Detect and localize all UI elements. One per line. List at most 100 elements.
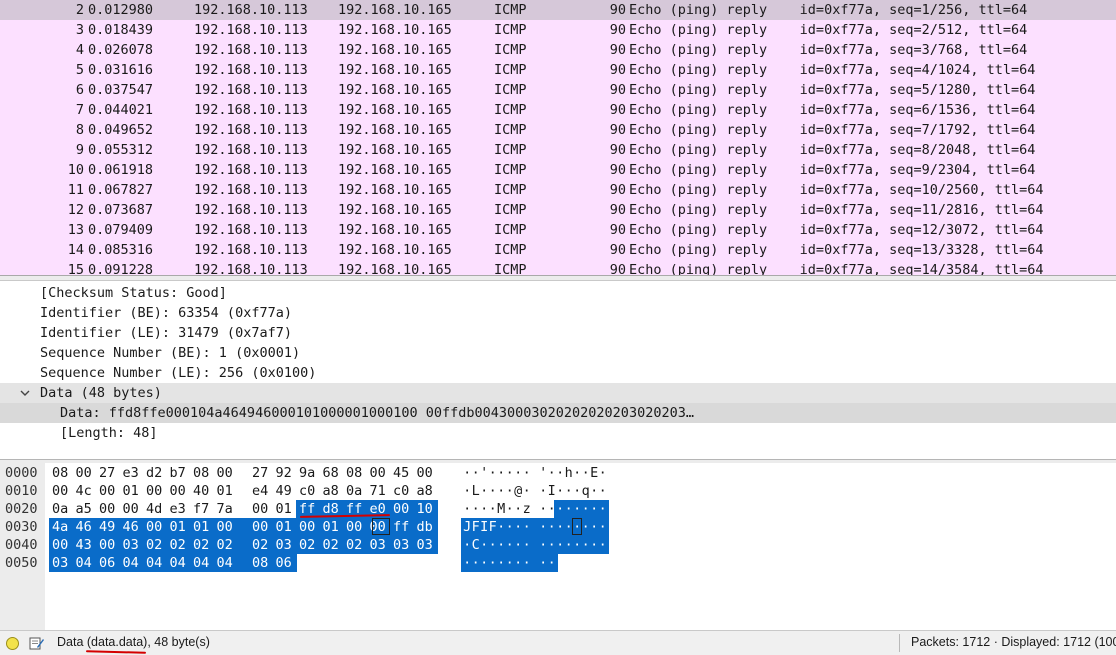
packet-row[interactable]: 11 0.067827 192.168.10.113 192.168.10.165 IC… — [0, 180, 1116, 200]
hex-byte[interactable]: 08 — [52, 464, 70, 482]
hex-byte[interactable]: 45 — [393, 464, 411, 482]
hex-byte[interactable]: b7 — [170, 464, 188, 482]
hex-byte[interactable]: 00 — [217, 518, 235, 536]
packet-row[interactable]: 12 0.073687 192.168.10.113 192.168.10.165 IC… — [0, 200, 1116, 220]
hex-byte[interactable]: 01 — [217, 482, 235, 500]
ascii-char[interactable]: · — [556, 518, 565, 536]
hex-byte[interactable]: 00 — [146, 518, 164, 536]
ascii-char[interactable]: q — [582, 482, 591, 500]
ascii-char[interactable]: I — [480, 518, 489, 536]
hex-byte[interactable]: 71 — [370, 482, 388, 500]
ascii-char[interactable]: · — [599, 464, 608, 482]
hex-byte[interactable]: 00 — [252, 500, 270, 518]
detail-identifier-le[interactable]: Identifier (LE): 31479 (0x7af7) — [0, 323, 1116, 343]
hex-byte[interactable]: 00 — [217, 464, 235, 482]
packet-row[interactable]: 13 0.079409 192.168.10.113 192.168.10.165 IC… — [0, 220, 1116, 240]
hex-byte[interactable]: 03 — [417, 536, 435, 554]
ascii-char[interactable]: · — [573, 536, 582, 554]
ascii-char[interactable]: · — [497, 464, 506, 482]
packet-row[interactable]: 14 0.085316 192.168.10.113 192.168.10.165 IC… — [0, 240, 1116, 260]
ascii-char[interactable]: · — [539, 500, 548, 518]
ascii-char[interactable]: · — [590, 482, 599, 500]
hex-byte[interactable]: 4c — [76, 482, 94, 500]
hex-byte[interactable]: 04 — [217, 554, 235, 572]
ascii-char[interactable]: · — [565, 500, 574, 518]
hex-byte[interactable]: 03 — [370, 536, 388, 554]
ascii-char[interactable]: z — [523, 500, 532, 518]
ascii-char[interactable]: · — [514, 500, 523, 518]
ascii-char[interactable]: · — [472, 464, 481, 482]
hex-byte[interactable]: 01 — [276, 518, 294, 536]
hex-byte[interactable]: d2 — [146, 464, 164, 482]
hex-byte[interactable]: 02 — [146, 536, 164, 554]
hex-byte[interactable]: 46 — [123, 518, 141, 536]
hex-byte[interactable]: 06 — [276, 554, 294, 572]
packet-details-tree[interactable]: [Checksum Status: Good] Identifier (BE):… — [0, 281, 1116, 459]
ascii-char[interactable]: · — [480, 536, 489, 554]
packet-row[interactable]: 8 0.049652 192.168.10.113 192.168.10.165 ICM… — [0, 120, 1116, 140]
ascii-char[interactable]: · — [556, 536, 565, 554]
packet-row[interactable]: 15 0.091228 192.168.10.113 192.168.10.165 IC… — [0, 260, 1116, 275]
ascii-char[interactable]: · — [463, 536, 472, 554]
ascii-char[interactable]: L — [472, 482, 481, 500]
ascii-char[interactable]: · — [472, 500, 481, 518]
ascii-char[interactable]: · — [523, 482, 532, 500]
ascii-char[interactable]: F — [489, 518, 498, 536]
ascii-char[interactable]: · — [556, 500, 565, 518]
ascii-char[interactable]: · — [514, 518, 523, 536]
hex-byte[interactable]: 01 — [193, 518, 211, 536]
hex-byte[interactable]: 49 — [276, 482, 294, 500]
ascii-char[interactable]: ' — [539, 464, 548, 482]
hex-byte[interactable]: 68 — [323, 464, 341, 482]
packet-row[interactable]: 3 0.018439 192.168.10.113 192.168.10.165 ICM… — [0, 20, 1116, 40]
hex-byte[interactable]: 01 — [276, 500, 294, 518]
ascii-char[interactable]: · — [472, 554, 481, 572]
hex-byte[interactable]: 27 — [99, 464, 117, 482]
packet-row[interactable]: 4 0.026078 192.168.10.113 192.168.10.165 ICM… — [0, 40, 1116, 60]
hex-byte[interactable]: 02 — [193, 536, 211, 554]
ascii-char[interactable]: · — [599, 500, 608, 518]
packet-row[interactable]: 10 0.061918 192.168.10.113 192.168.10.165 IC… — [0, 160, 1116, 180]
ascii-char[interactable]: C — [472, 536, 481, 554]
ascii-char[interactable]: · — [523, 518, 532, 536]
detail-sequence-be[interactable]: Sequence Number (BE): 1 (0x0001) — [0, 343, 1116, 363]
ascii-char[interactable]: · — [497, 536, 506, 554]
hex-byte[interactable]: 00 — [370, 464, 388, 482]
hex-byte[interactable]: 00 — [146, 482, 164, 500]
hex-byte[interactable]: 00 — [170, 482, 188, 500]
detail-identifier-be[interactable]: Identifier (BE): 63354 (0xf77a) — [0, 303, 1116, 323]
ascii-char[interactable]: · — [463, 500, 472, 518]
ascii-char[interactable]: · — [506, 500, 515, 518]
ascii-char[interactable]: J — [463, 518, 472, 536]
hex-byte[interactable]: 0a — [52, 500, 70, 518]
ascii-char[interactable]: · — [539, 482, 548, 500]
hex-byte[interactable]: 03 — [276, 536, 294, 554]
ascii-char[interactable]: · — [539, 554, 548, 572]
ascii-char[interactable]: · — [514, 536, 523, 554]
ascii-char[interactable]: · — [480, 554, 489, 572]
hex-byte[interactable]: a8 — [323, 482, 341, 500]
hex-byte[interactable]: 00 — [299, 518, 317, 536]
hex-byte[interactable]: 00 — [393, 500, 411, 518]
hex-byte[interactable]: 06 — [99, 554, 117, 572]
hex-byte[interactable]: 00 — [76, 464, 94, 482]
hex-byte[interactable]: 00 — [99, 500, 117, 518]
ascii-char[interactable]: · — [463, 482, 472, 500]
ascii-char[interactable]: · — [539, 536, 548, 554]
ascii-char[interactable]: · — [599, 536, 608, 554]
detail-data-value[interactable]: Data: ffd8ffe000104a46494600010100000100… — [0, 403, 1116, 423]
ascii-char[interactable]: · — [506, 536, 515, 554]
packet-row[interactable]: 6 0.037547 192.168.10.113 192.168.10.165 ICM… — [0, 80, 1116, 100]
hex-byte[interactable]: 02 — [346, 536, 364, 554]
ascii-char[interactable]: · — [556, 464, 565, 482]
ascii-char[interactable]: · — [573, 482, 582, 500]
ascii-char[interactable]: · — [506, 482, 515, 500]
hex-byte[interactable]: 27 — [252, 464, 270, 482]
detail-data-node[interactable]: Data (48 bytes) — [0, 383, 1116, 403]
hex-byte[interactable]: 04 — [146, 554, 164, 572]
hex-byte[interactable]: 4a — [52, 518, 70, 536]
ascii-char[interactable]: · — [489, 554, 498, 572]
expert-info-icon[interactable] — [6, 637, 19, 650]
hex-byte[interactable]: 04 — [170, 554, 188, 572]
detail-sequence-le[interactable]: Sequence Number (LE): 256 (0x0100) — [0, 363, 1116, 383]
